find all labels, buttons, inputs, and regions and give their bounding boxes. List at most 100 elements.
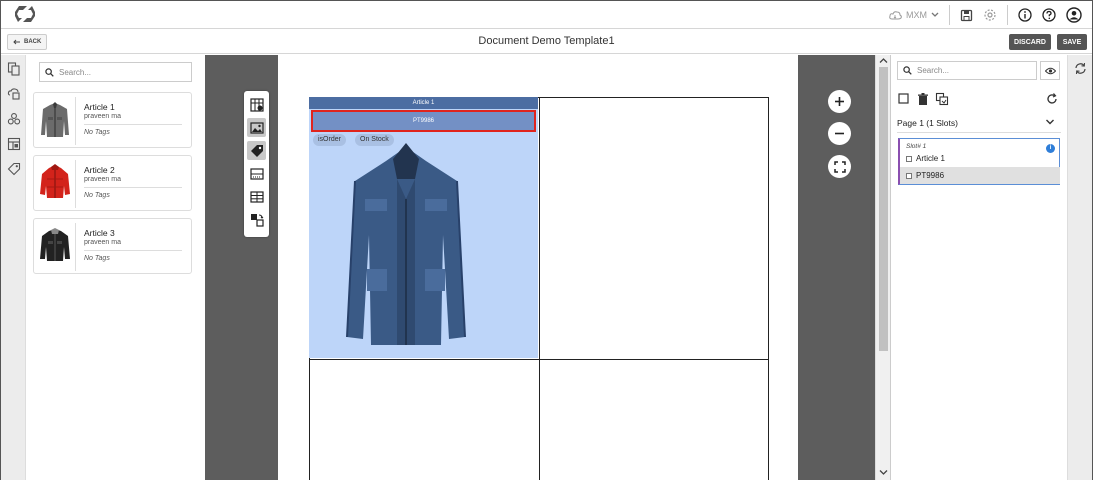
grid-cell[interactable] (539, 97, 769, 360)
element-toolbox (244, 91, 269, 237)
info-icon[interactable] (1018, 8, 1032, 22)
canvas-scrollbar[interactable] (875, 55, 890, 480)
article-panel: Article 1 praveen ma No Tags Article 2 p… (26, 55, 205, 480)
document-header: BACK Document Demo Template1 DISCARD SAV… (1, 30, 1092, 54)
tag-icon (250, 144, 263, 157)
slot-tree[interactable]: Slot# 1 i Article 1 PT9986 (898, 138, 1060, 185)
article-card[interactable]: Article 2 praveen ma No Tags (33, 155, 192, 211)
user-menu[interactable]: MXM (889, 10, 939, 21)
tree-item-label: PT9986 (916, 171, 945, 180)
user-name: MXM (906, 10, 927, 20)
gear-icon[interactable] (983, 8, 997, 22)
refresh-icon[interactable] (1045, 92, 1059, 106)
article-title: Article 1 (84, 102, 115, 112)
article-owner: praveen ma (84, 176, 121, 183)
help-icon[interactable] (1042, 8, 1056, 22)
tool-text-box[interactable] (247, 164, 266, 183)
jacket-thumbnail (41, 102, 69, 137)
sync-icon[interactable] (1074, 62, 1087, 75)
top-bar: MXM (1, 1, 1092, 29)
tool-image[interactable] (247, 118, 266, 137)
left-icon-rail (1, 55, 26, 480)
zoom-in-button[interactable] (828, 90, 851, 113)
fullscreen-icon (833, 160, 846, 173)
save-disk-icon[interactable] (960, 9, 973, 22)
jacket-thumbnail (40, 164, 70, 198)
tool-swap[interactable] (247, 210, 266, 229)
page-title: Document Demo Template1 (478, 35, 615, 47)
divider (1007, 5, 1008, 25)
selected-text-element[interactable]: PT9986 (311, 110, 536, 132)
top-bar-actions: MXM (889, 4, 1082, 26)
app-logo-icon[interactable] (13, 4, 37, 24)
right-icon-rail (1067, 55, 1092, 480)
info-icon[interactable]: i (1046, 144, 1055, 153)
slot-header: Article 1 (309, 97, 538, 109)
search-icon (45, 67, 54, 77)
design-canvas[interactable]: Article 1 PT9986 isOrder On Stock (205, 55, 875, 480)
discard-button[interactable]: DISCARD (1009, 34, 1051, 50)
checkbox-icon[interactable] (897, 92, 911, 106)
image-icon (249, 121, 264, 134)
checkbox[interactable] (906, 155, 912, 162)
chevron-down-icon[interactable] (1045, 118, 1055, 126)
save-button[interactable]: SAVE (1057, 34, 1087, 50)
jacket-image[interactable] (341, 139, 471, 351)
article-tags: No Tags (84, 255, 110, 262)
article-slot[interactable]: Article 1 PT9986 isOrder On Stock (309, 97, 538, 358)
divider (84, 187, 182, 188)
search-icon (903, 66, 912, 75)
article-tags: No Tags (84, 129, 110, 136)
text-box-icon (249, 167, 264, 180)
divider (949, 5, 950, 25)
article-tags: No Tags (84, 192, 110, 199)
documents-icon[interactable] (7, 62, 21, 76)
chevron-down-icon (931, 12, 939, 17)
tool-tag[interactable] (247, 141, 266, 160)
minus-icon (835, 132, 844, 135)
layers-search[interactable] (897, 61, 1037, 80)
chevron-up-icon[interactable] (879, 57, 888, 64)
article-search-input[interactable] (59, 67, 179, 77)
divider (84, 250, 182, 251)
grid-cell[interactable] (309, 359, 540, 480)
slot-label: Slot# 1 (906, 143, 927, 150)
visibility-toggle[interactable] (1040, 61, 1060, 80)
divider (75, 97, 76, 145)
divider (75, 223, 76, 271)
tree-item-article[interactable]: Article 1 (906, 154, 945, 163)
article-owner: praveen ma (84, 113, 121, 120)
tree-item-label: Article 1 (916, 154, 945, 163)
duplicate-icon[interactable] (935, 92, 949, 106)
article-owner: praveen ma (84, 239, 121, 246)
page-label[interactable]: Page 1 (1 Slots) (897, 118, 958, 128)
article-search[interactable] (39, 62, 192, 82)
layers-search-input[interactable] (917, 66, 1027, 75)
fit-to-screen-button[interactable] (828, 155, 851, 178)
checkbox[interactable] (906, 172, 912, 179)
article-card[interactable]: Article 3 praveen ma No Tags (33, 218, 192, 274)
article-title: Article 2 (84, 165, 115, 175)
layers-panel: Page 1 (1 Slots) Slot# 1 i Article 1 PT9… (890, 55, 1067, 480)
tool-image-grid[interactable] (247, 95, 266, 114)
plus-icon (835, 97, 844, 106)
layout-icon[interactable] (7, 137, 21, 151)
swap-icon (250, 213, 264, 227)
grid-cell[interactable] (539, 359, 769, 480)
tag-icon[interactable] (7, 162, 21, 176)
tree-item-selected[interactable]: PT9986 (900, 167, 1060, 184)
article-card[interactable]: Article 1 praveen ma No Tags (33, 92, 192, 148)
zoom-out-button[interactable] (828, 122, 851, 145)
components-icon[interactable] (7, 112, 21, 126)
chevron-down-icon[interactable] (879, 469, 888, 476)
trash-icon[interactable] (916, 92, 930, 106)
table-icon (249, 190, 264, 203)
divider (897, 132, 1061, 133)
assets-icon[interactable] (7, 87, 21, 101)
divider (75, 160, 76, 208)
divider (84, 124, 182, 125)
tool-table[interactable] (247, 187, 266, 206)
scrollbar-thumb[interactable] (879, 67, 888, 351)
cloud-sync-icon (889, 10, 902, 19)
user-avatar-icon[interactable] (1066, 7, 1082, 23)
